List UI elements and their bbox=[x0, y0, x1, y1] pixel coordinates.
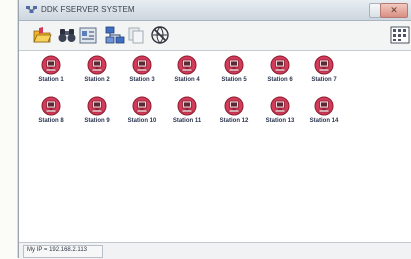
station-label: Station 10 bbox=[127, 118, 157, 124]
station-label: Station 11 bbox=[172, 118, 202, 124]
station-pc-icon bbox=[224, 55, 244, 75]
status-ip-panel: My IP = 192.168.2.113 bbox=[23, 245, 103, 258]
station-item[interactable]: Station 8 bbox=[26, 96, 76, 136]
view-grid-icon bbox=[390, 26, 410, 44]
station-item[interactable]: Station 14 bbox=[299, 96, 349, 136]
station-label: Station 3 bbox=[129, 77, 155, 83]
station-pc-icon bbox=[270, 96, 290, 116]
network-button[interactable] bbox=[105, 25, 125, 45]
folder-open-icon bbox=[33, 27, 52, 43]
copy-icon bbox=[128, 27, 144, 44]
close-icon: ✕ bbox=[390, 5, 398, 15]
app-window: DDK FSERVER SYSTEM ✕ Station 1 Station 2… bbox=[18, 0, 411, 259]
station-label: Station 1 bbox=[38, 77, 64, 83]
status-ip-text: My IP = 192.168.2.113 bbox=[27, 247, 87, 253]
station-pc-icon bbox=[224, 96, 244, 116]
station-item[interactable]: Station 9 bbox=[72, 96, 122, 136]
station-label: Station 8 bbox=[38, 118, 64, 124]
station-label: Station 12 bbox=[219, 118, 249, 124]
binoculars-icon bbox=[58, 29, 76, 42]
status-bar: My IP = 192.168.2.113 bbox=[19, 242, 411, 259]
station-item[interactable]: Station 11 bbox=[162, 96, 212, 136]
station-item[interactable]: Station 13 bbox=[255, 96, 305, 136]
open-button[interactable] bbox=[32, 25, 52, 45]
station-item[interactable]: Station 1 bbox=[26, 55, 76, 95]
station-item[interactable]: Station 3 bbox=[117, 55, 167, 95]
station-label: Station 4 bbox=[174, 77, 200, 83]
properties-icon bbox=[79, 27, 97, 44]
station-pc-icon bbox=[41, 55, 61, 75]
station-item[interactable]: Station 10 bbox=[117, 96, 167, 136]
station-pc-icon bbox=[87, 55, 107, 75]
station-item[interactable]: Station 7 bbox=[299, 55, 349, 95]
station-item[interactable]: Station 2 bbox=[72, 55, 122, 95]
title-bar[interactable]: DDK FSERVER SYSTEM ✕ bbox=[19, 0, 411, 21]
globe-button[interactable] bbox=[150, 25, 170, 45]
station-pc-icon bbox=[314, 96, 334, 116]
station-label: Station 14 bbox=[309, 118, 339, 124]
station-pc-icon bbox=[177, 55, 197, 75]
toolbar bbox=[19, 21, 411, 51]
properties-button[interactable] bbox=[78, 25, 98, 45]
station-pc-icon bbox=[132, 55, 152, 75]
station-item[interactable]: Station 6 bbox=[255, 55, 305, 95]
network-icon bbox=[105, 26, 125, 44]
station-pc-icon bbox=[314, 55, 334, 75]
station-label: Station 5 bbox=[221, 77, 247, 83]
station-label: Station 6 bbox=[267, 77, 293, 83]
station-pc-icon bbox=[132, 96, 152, 116]
station-pc-icon bbox=[41, 96, 61, 116]
station-item[interactable]: Station 4 bbox=[162, 55, 212, 95]
station-item[interactable]: Station 5 bbox=[209, 55, 259, 95]
station-item[interactable]: Station 12 bbox=[209, 96, 259, 136]
station-label: Station 7 bbox=[311, 77, 337, 83]
station-label: Station 9 bbox=[84, 118, 110, 124]
station-label: Station 13 bbox=[265, 118, 295, 124]
station-pc-icon bbox=[87, 96, 107, 116]
window-title: DDK FSERVER SYSTEM bbox=[41, 5, 135, 14]
copy-button[interactable] bbox=[126, 25, 146, 45]
station-label: Station 2 bbox=[84, 77, 110, 83]
close-button[interactable]: ✕ bbox=[380, 3, 408, 18]
station-pc-icon bbox=[177, 96, 197, 116]
globe-disabled-icon bbox=[151, 26, 169, 44]
station-pc-icon bbox=[270, 55, 290, 75]
app-network-icon bbox=[26, 6, 37, 13]
find-button[interactable] bbox=[57, 25, 77, 45]
view-button[interactable] bbox=[390, 25, 410, 45]
